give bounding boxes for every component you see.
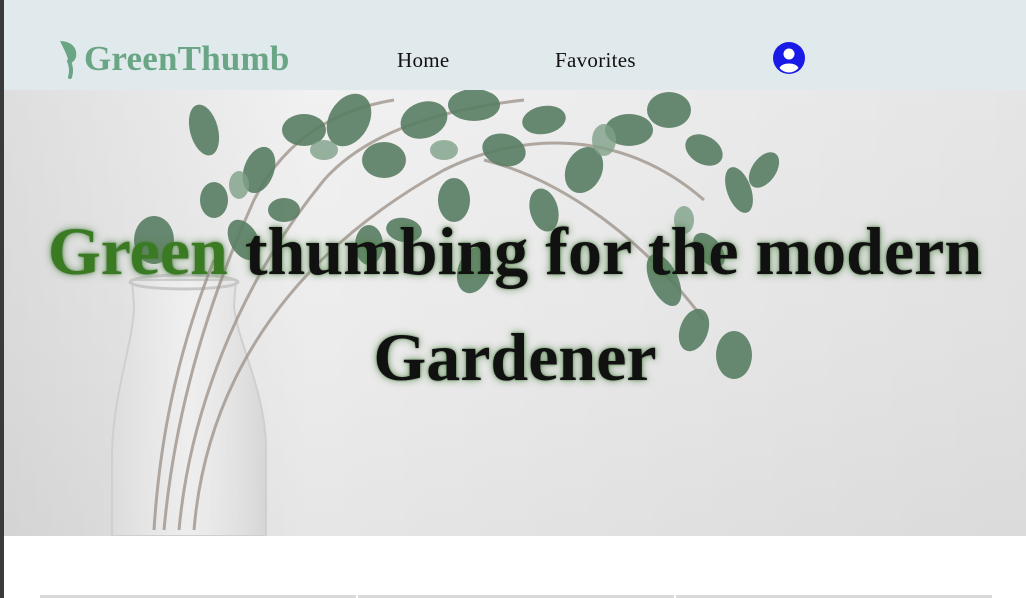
brand-logo-link[interactable]: GreenThumb	[56, 39, 290, 79]
hero-heading: Green thumbing for the modern Gardener	[4, 198, 1026, 410]
hero-banner: Green thumbing for the modern Gardener	[4, 90, 1026, 536]
hero-heading-accent: Green	[47, 213, 228, 289]
hero-heading-text: thumbing for the modern Gardener	[227, 213, 983, 395]
brand-name: GreenThumb	[84, 39, 290, 78]
navbar: GreenThumb Home Favorites	[4, 0, 1026, 90]
sprout-icon	[60, 41, 77, 79]
user-account-icon[interactable]	[772, 41, 806, 75]
nav-link-favorites[interactable]: Favorites	[555, 47, 636, 73]
page: GreenThumb Home Favorites Green thumbing…	[4, 0, 1026, 598]
nav-link-home[interactable]: Home	[397, 47, 450, 73]
